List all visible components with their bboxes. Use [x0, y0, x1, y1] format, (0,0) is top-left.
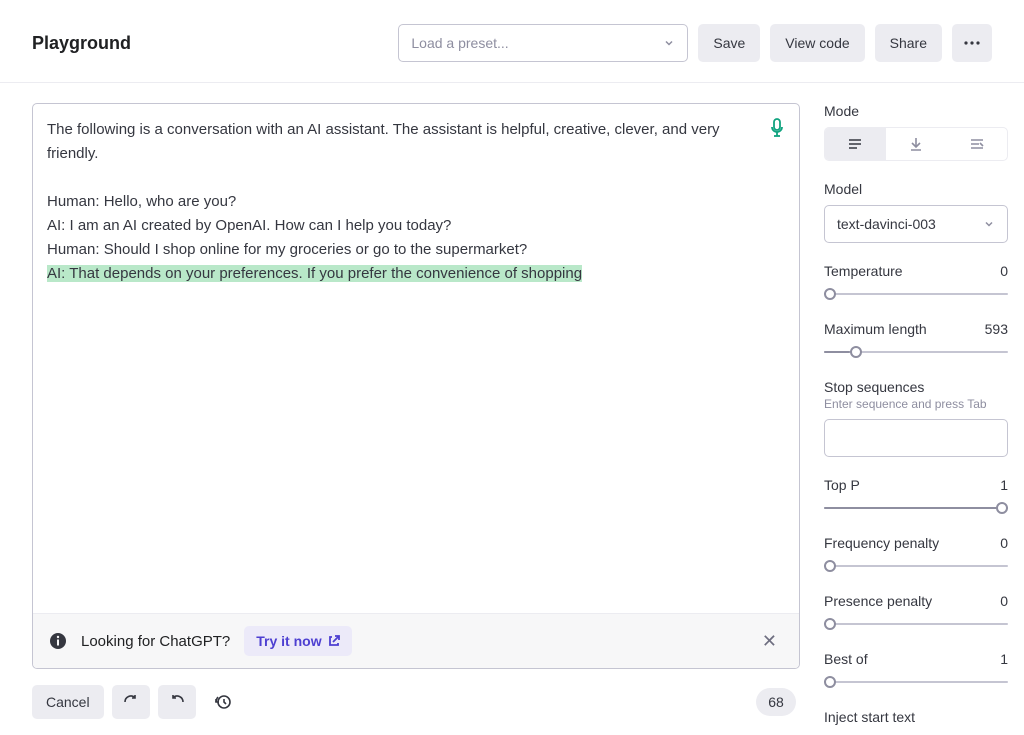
- external-link-icon: [328, 635, 340, 647]
- page-title: Playground: [32, 33, 131, 54]
- temperature-value: 0: [1000, 263, 1008, 279]
- max-length-label: Maximum length: [824, 321, 927, 337]
- info-icon: [49, 632, 67, 650]
- inject-start-text-label: Inject start text: [824, 709, 1008, 725]
- try-it-now-label: Try it now: [256, 633, 321, 649]
- best-of-value: 1: [1000, 651, 1008, 667]
- align-left-icon: [847, 138, 863, 150]
- chevron-down-icon: [983, 218, 995, 230]
- editor-line-3: Human: Should I shop online for my groce…: [47, 241, 527, 258]
- top-p-value: 1: [1000, 477, 1008, 493]
- editor-line-4-highlighted: AI: That depends on your preferences. If…: [47, 265, 582, 282]
- model-section: Model text-davinci-003: [824, 181, 1008, 243]
- prompt-editor[interactable]: The following is a conversation with an …: [33, 104, 799, 613]
- frequency-penalty-label: Frequency penalty: [824, 535, 939, 551]
- footer-row: Cancel 68: [32, 669, 800, 735]
- max-length-value: 593: [985, 321, 1008, 337]
- undo-button[interactable]: [158, 685, 196, 719]
- close-notice-button[interactable]: ✕: [756, 629, 783, 654]
- top-p-section: Top P 1: [824, 477, 1008, 515]
- mode-section: Mode: [824, 103, 1008, 161]
- content-area: The following is a conversation with an …: [0, 83, 1024, 735]
- mode-toggle-group: [824, 127, 1008, 161]
- top-p-label: Top P: [824, 477, 860, 493]
- model-dropdown[interactable]: text-davinci-003: [824, 205, 1008, 243]
- model-value: text-davinci-003: [837, 216, 936, 232]
- more-button[interactable]: [952, 24, 992, 62]
- editor-line-2: AI: I am an AI created by OpenAI. How ca…: [47, 217, 451, 234]
- best-of-slider[interactable]: [824, 675, 1008, 689]
- chatgpt-notice: Looking for ChatGPT? Try it now ✕: [33, 613, 799, 668]
- history-button[interactable]: [204, 685, 242, 719]
- microphone-icon[interactable]: [769, 118, 785, 138]
- presence-penalty-slider[interactable]: [824, 617, 1008, 631]
- notice-text: Looking for ChatGPT?: [81, 633, 230, 650]
- regenerate-button[interactable]: [112, 685, 150, 719]
- view-code-button[interactable]: View code: [770, 24, 864, 62]
- best-of-section: Best of 1: [824, 651, 1008, 689]
- model-label: Model: [824, 181, 1008, 197]
- editor-line-1: Human: Hello, who are you?: [47, 193, 236, 210]
- editor-box: The following is a conversation with an …: [32, 103, 800, 669]
- edit-lines-icon: [969, 138, 985, 150]
- presence-penalty-section: Presence penalty 0: [824, 593, 1008, 631]
- mode-label: Mode: [824, 103, 1008, 119]
- settings-sidebar: Mode Model text-davinci-003: [824, 103, 1024, 735]
- top-bar: Playground Load a preset... Save View co…: [0, 0, 1024, 83]
- preset-placeholder: Load a preset...: [411, 35, 508, 51]
- frequency-penalty-value: 0: [1000, 535, 1008, 551]
- max-length-slider[interactable]: [824, 345, 1008, 359]
- history-icon: [214, 693, 232, 711]
- preset-dropdown[interactable]: Load a preset...: [398, 24, 688, 62]
- mode-insert[interactable]: [886, 128, 947, 160]
- dots-icon: [964, 41, 980, 45]
- temperature-label: Temperature: [824, 263, 903, 279]
- stop-label: Stop sequences: [824, 379, 1008, 395]
- share-button[interactable]: Share: [875, 24, 942, 62]
- cancel-button[interactable]: Cancel: [32, 685, 104, 719]
- try-it-now-button[interactable]: Try it now: [244, 626, 351, 656]
- frequency-penalty-section: Frequency penalty 0: [824, 535, 1008, 573]
- mode-complete[interactable]: [825, 128, 886, 160]
- stop-sequences-input[interactable]: [824, 419, 1008, 457]
- chevron-down-icon: [663, 37, 675, 49]
- save-button[interactable]: Save: [698, 24, 760, 62]
- left-column: The following is a conversation with an …: [32, 103, 800, 735]
- best-of-label: Best of: [824, 651, 868, 667]
- presence-penalty-label: Presence penalty: [824, 593, 932, 609]
- temperature-section: Temperature 0: [824, 263, 1008, 301]
- stop-sequences-section: Stop sequences Enter sequence and press …: [824, 379, 1008, 457]
- undo-icon: [169, 694, 185, 710]
- insert-icon: [909, 137, 923, 151]
- token-count-badge: 68: [756, 688, 796, 716]
- mode-edit[interactable]: [946, 128, 1007, 160]
- regenerate-icon: [123, 694, 139, 710]
- temperature-slider[interactable]: [824, 287, 1008, 301]
- presence-penalty-value: 0: [1000, 593, 1008, 609]
- top-p-slider[interactable]: [824, 501, 1008, 515]
- frequency-penalty-slider[interactable]: [824, 559, 1008, 573]
- inject-start-text-section: Inject start text: [824, 709, 1008, 733]
- editor-intro: The following is a conversation with an …: [47, 121, 720, 162]
- stop-hint: Enter sequence and press Tab: [824, 397, 1008, 411]
- max-length-section: Maximum length 593: [824, 321, 1008, 359]
